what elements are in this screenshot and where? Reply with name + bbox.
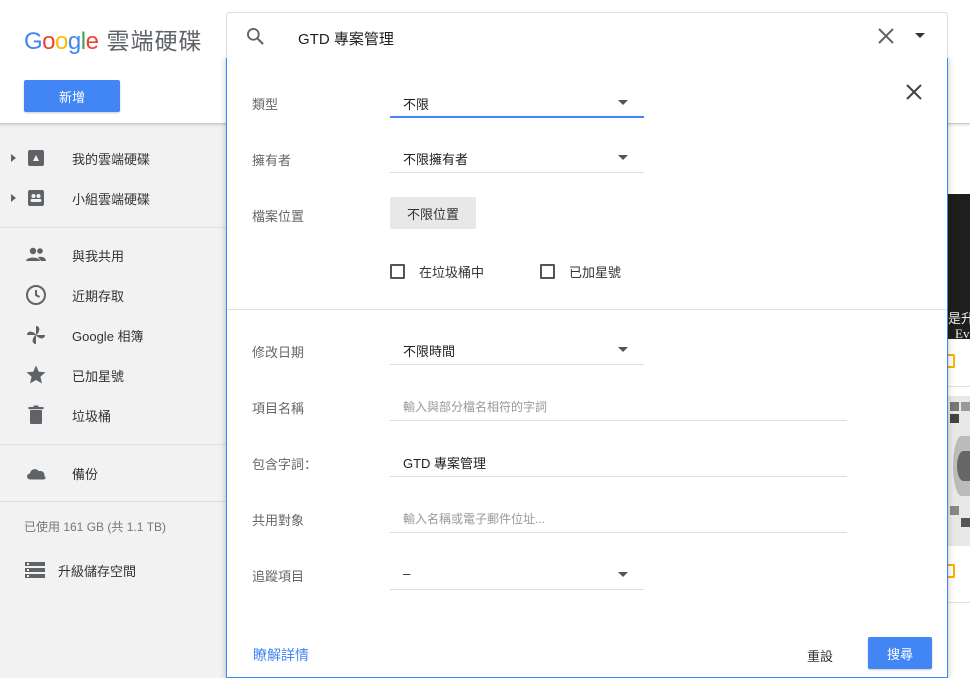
sidebar-item-team-drives[interactable]: 小組雲端硬碟 (0, 178, 226, 218)
file-type-icon (948, 564, 955, 578)
sidebar-item-trash[interactable]: 垃圾桶 (0, 395, 226, 435)
owner-select[interactable]: 不限擁有者 (390, 139, 644, 173)
trash-icon (24, 403, 48, 427)
search-options-dropdown-icon[interactable] (915, 33, 925, 38)
in-trash-checkbox[interactable]: 在垃圾桶中 (390, 262, 484, 281)
panel-divider (227, 309, 947, 310)
location-label: 檔案位置 (252, 209, 305, 224)
reset-button[interactable]: 重設 (807, 646, 833, 665)
search-input[interactable]: GTD 專案管理 (298, 28, 394, 49)
star-icon (24, 363, 48, 387)
has-words-input[interactable]: GTD 專案管理 (390, 443, 847, 477)
upgrade-storage-link[interactable]: 升級儲存空間 (24, 558, 136, 582)
shared-with-label: 共用對象 (252, 513, 305, 528)
file-thumbnail[interactable] (948, 396, 970, 546)
sidebar-divider (0, 227, 226, 228)
expand-arrow-icon[interactable] (11, 194, 16, 202)
file-type-icon (948, 354, 955, 368)
checkbox-icon[interactable] (540, 264, 555, 279)
storage-icon (25, 562, 45, 578)
search-button[interactable]: 搜尋 (868, 637, 932, 669)
sidebar-item-recent[interactable]: 近期存取 (0, 275, 226, 315)
my-drive-icon (24, 146, 48, 170)
learn-more-link[interactable]: 瞭解詳情 (253, 645, 309, 665)
sidebar-item-my-drive[interactable]: 我的雲端硬碟 (0, 138, 226, 178)
sidebar-item-backups[interactable]: 備份 (0, 453, 226, 493)
file-thumbnail[interactable]: 是升 Ev (948, 194, 970, 341)
item-name-input[interactable]: 輸入與部分檔名相符的字詞 (390, 387, 847, 421)
cloud-icon (24, 461, 48, 485)
owner-label: 擁有者 (252, 153, 292, 168)
people-icon (24, 243, 48, 267)
dropdown-caret-icon (618, 347, 628, 352)
new-button[interactable]: 新增 (24, 80, 120, 112)
modified-date-select[interactable]: 不限時間 (390, 331, 644, 365)
photos-pinwheel-icon (24, 323, 48, 347)
product-name: 雲端硬碟 (106, 28, 203, 54)
file-grid-background: 是升 Ev (948, 124, 970, 678)
location-button[interactable]: 不限位置 (390, 197, 476, 229)
sidebar-item-starred[interactable]: 已加星號 (0, 355, 226, 395)
search-icon[interactable] (245, 26, 265, 46)
dropdown-caret-icon (618, 572, 628, 577)
thumbnail-text: Ev (955, 326, 970, 341)
clear-search-icon[interactable] (877, 27, 895, 45)
thumbnail-text: 是升 (948, 311, 970, 326)
modified-date-label: 修改日期 (252, 345, 305, 360)
dropdown-caret-icon (618, 100, 628, 105)
close-icon[interactable] (905, 83, 923, 101)
has-words-label: 包含字詞： (252, 457, 318, 472)
clock-icon (24, 283, 48, 307)
dropdown-caret-icon (618, 155, 628, 160)
shared-with-input[interactable]: 輸入名稱或電子郵件位址... (390, 499, 847, 533)
sidebar-divider (0, 444, 226, 445)
search-bar[interactable]: GTD 專案管理 (226, 12, 948, 58)
sidebar-item-shared-with-me[interactable]: 與我共用 (0, 235, 226, 275)
divider (948, 602, 970, 603)
follow-up-label: 追蹤項目 (252, 569, 305, 584)
follow-up-select[interactable]: – (390, 556, 644, 590)
sidebar-item-google-photos[interactable]: Google 相簿 (0, 315, 226, 355)
expand-arrow-icon[interactable] (11, 154, 16, 162)
sidebar: 我的雲端硬碟 小組雲端硬碟 與我共用 近期存取 Google 相簿 已加星號 垃… (0, 124, 226, 678)
google-drive-logo[interactable]: Google 雲端硬碟 (24, 22, 202, 56)
item-name-label: 項目名稱 (252, 401, 305, 416)
checkbox-icon[interactable] (390, 264, 405, 279)
starred-checkbox[interactable]: 已加星號 (540, 262, 621, 281)
type-select[interactable]: 不限 (390, 84, 644, 118)
storage-usage-text: 已使用 161 GB (共 1.1 TB) (24, 520, 167, 534)
team-drive-icon (24, 186, 48, 210)
divider (948, 386, 970, 387)
sidebar-divider (0, 501, 226, 502)
advanced-search-panel: 類型 不限 擁有者 不限擁有者 檔案位置 不限位置 在垃圾桶中 已加星號 修改日… (226, 56, 948, 678)
type-label: 類型 (252, 97, 279, 112)
